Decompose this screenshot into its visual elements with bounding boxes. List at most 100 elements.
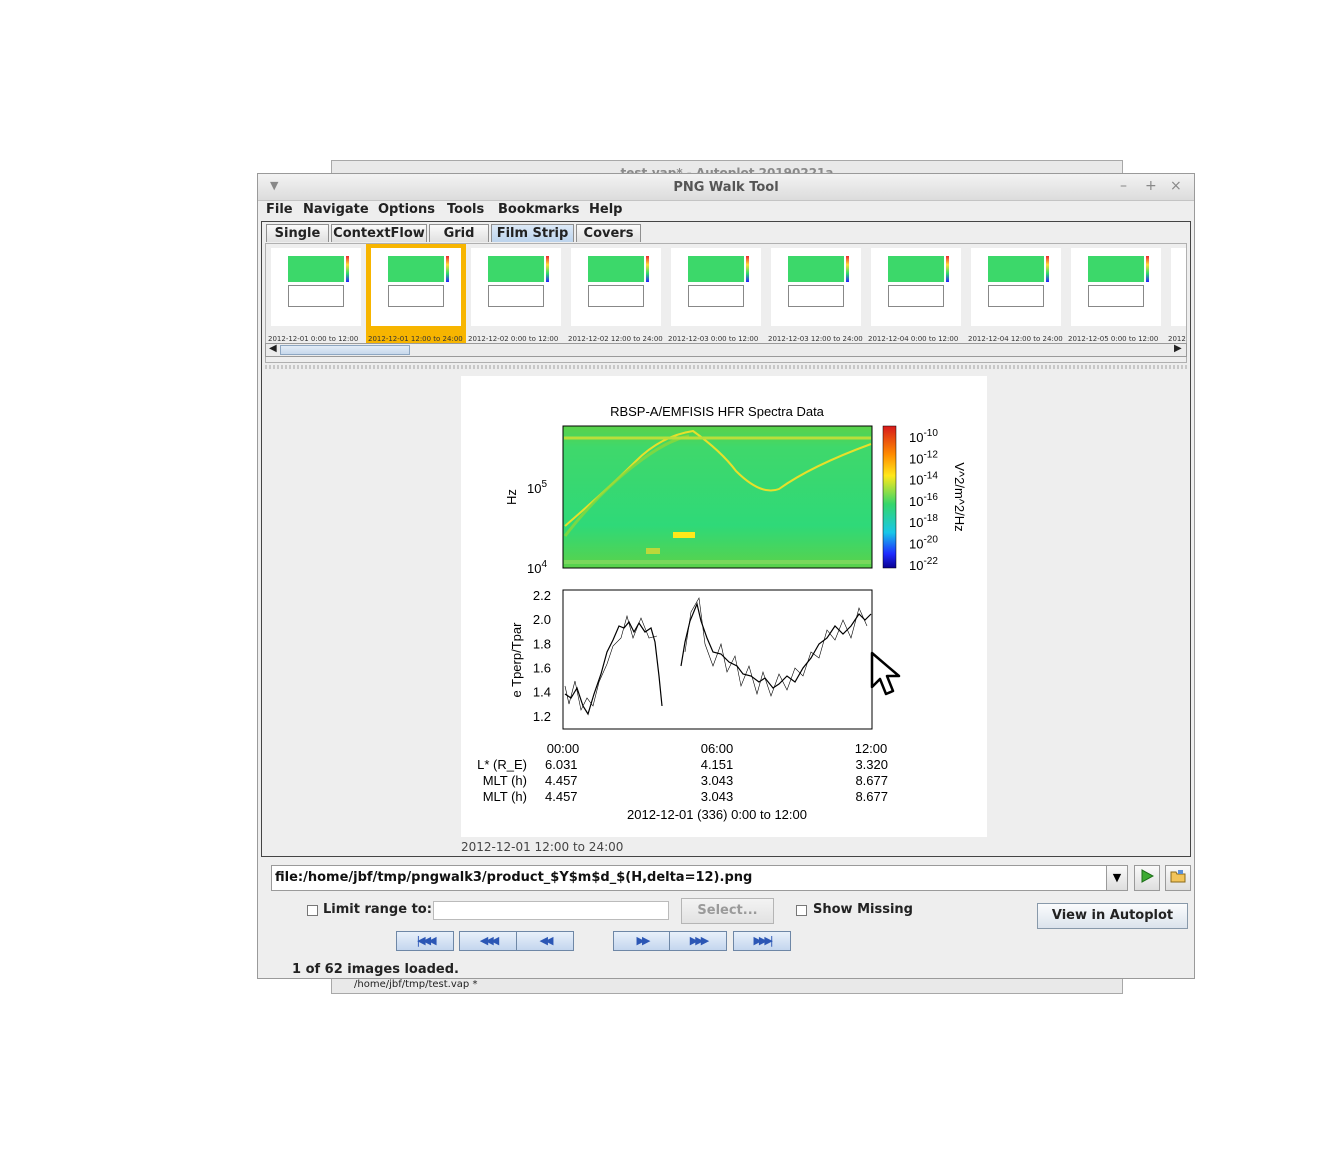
film-strip-thumbnail[interactable]: 2012-12-05 0:00 to 12:00 xyxy=(1066,244,1166,344)
scroll-right-icon[interactable]: ▶ xyxy=(1174,343,1182,354)
main-image[interactable]: RBSP-A/EMFISIS HFR Spectra Data Hz 105 1… xyxy=(461,376,987,837)
film-strip-thumbnail[interactable]: 2012-12-04 0:00 to 12:00 xyxy=(866,244,966,344)
film-strip-thumbnail[interactable]: 2012-12-01 12:00 to 24:00 xyxy=(366,244,466,344)
xtick-2: 12:00 xyxy=(855,741,888,756)
select-range-button[interactable]: Select... xyxy=(681,898,774,924)
menu-file[interactable]: File xyxy=(266,202,293,217)
mouse-cursor-icon xyxy=(870,651,901,696)
page-forward-button[interactable]: ▶▶▶ xyxy=(669,931,727,951)
thumbnail-lineplot xyxy=(588,285,644,307)
thumbnail-label: 2012-12-03 0:00 to 12:00 xyxy=(668,335,759,343)
ephemeris-value: 8.677 xyxy=(855,773,888,788)
plot-title: RBSP-A/EMFISIS HFR Spectra Data xyxy=(610,404,825,419)
title-bar[interactable]: ▼ PNG Walk Tool – + × xyxy=(258,174,1194,201)
menu-tools[interactable]: Tools xyxy=(447,202,484,217)
first-image-button[interactable]: |◀◀◀ xyxy=(396,931,454,951)
menu-navigate[interactable]: Navigate xyxy=(303,202,369,217)
thumbnail-image xyxy=(371,248,461,326)
colorbar-tick-label: 10-12 xyxy=(909,449,938,466)
xtick-1: 06:00 xyxy=(701,741,734,756)
tab-covers[interactable]: Covers xyxy=(576,224,641,242)
chevron-down-icon: ▼ xyxy=(1112,871,1122,884)
thumbnail-spectrogram xyxy=(388,256,444,282)
url-template-field[interactable]: file:/home/jbf/tmp/pngwalk3/product_$Y$m… xyxy=(271,865,1108,891)
pngwalk-window: ▼ PNG Walk Tool – + × File Navigate Opti… xyxy=(257,173,1195,979)
thumbnail-lineplot xyxy=(688,285,744,307)
status-message: 1 of 62 images loaded. xyxy=(292,962,459,977)
thumbnail-colorbar xyxy=(546,256,549,282)
menu-help[interactable]: Help xyxy=(589,202,622,217)
colorbar-tick-label: 10-22 xyxy=(909,556,938,573)
thumbnail-image xyxy=(1071,248,1161,326)
browse-folder-button[interactable] xyxy=(1165,865,1191,891)
lineplot-ytick-label: 1.4 xyxy=(533,685,551,700)
thumbnail-lineplot xyxy=(888,285,944,307)
limit-range-checkbox[interactable] xyxy=(307,905,318,916)
colorbar-ticks: 10-10 10-12 10-14 10-16 10-18 10-20 10-22 xyxy=(909,428,938,573)
lineplot-panel xyxy=(562,589,873,730)
show-missing-checkbox[interactable] xyxy=(796,905,807,916)
film-strip-thumbnail[interactable]: 2012 xyxy=(1166,244,1186,344)
film-strip-thumbnail[interactable]: 2012-12-01 0:00 to 12:00 xyxy=(266,244,366,344)
thumbnail-colorbar xyxy=(1046,256,1049,282)
plot-xlabel: 2012-12-01 (336) 0:00 to 12:00 xyxy=(627,807,807,822)
page-back-button[interactable]: ◀◀◀ xyxy=(459,931,517,951)
ephemeris-table: L* (R_E) 6.031 4.151 3.320 MLT (h) 4.457 3.043… xyxy=(477,757,888,804)
ephemeris-row-label: MLT (h) xyxy=(483,773,527,788)
split-pane-divider[interactable] xyxy=(265,365,1187,369)
thumbnail-spectrogram xyxy=(588,256,644,282)
thumbnail-colorbar xyxy=(346,256,349,282)
previous-image-button[interactable]: ◀◀ xyxy=(516,931,574,951)
thumbnail-label: 2012-12-02 0:00 to 12:00 xyxy=(468,335,559,343)
limit-range-label: Limit range to: xyxy=(323,902,432,917)
view-tab-panel: Single ContextFlow Grid Film Strip Cover… xyxy=(261,221,1191,857)
menu-bookmarks[interactable]: Bookmarks xyxy=(498,202,580,217)
thumbnail-lineplot xyxy=(1088,285,1144,307)
ephemeris-value: 8.677 xyxy=(855,789,888,804)
last-image-button[interactable]: ▶▶▶| xyxy=(733,931,791,951)
thumbnail-image xyxy=(1171,248,1186,326)
url-history-dropdown[interactable]: ▼ xyxy=(1106,865,1128,891)
colorbar xyxy=(882,425,897,569)
ephemeris-row-label: L* (R_E) xyxy=(477,757,527,772)
film-strip-thumbnail[interactable]: 2012-12-02 0:00 to 12:00 xyxy=(466,244,566,344)
image-caption: 2012-12-01 12:00 to 24:00 xyxy=(461,840,624,854)
lineplot-ytick-label: 2.0 xyxy=(533,612,551,627)
tab-film-strip[interactable]: Film Strip xyxy=(491,224,574,242)
limit-range-input[interactable] xyxy=(433,901,669,920)
window-title: PNG Walk Tool xyxy=(673,180,779,195)
menu-bar: File Navigate Options Tools Bookmarks He… xyxy=(258,201,1194,221)
menu-options[interactable]: Options xyxy=(378,202,435,217)
xtick-0: 00:00 xyxy=(547,741,580,756)
close-button[interactable]: × xyxy=(1170,178,1182,194)
thumbnail-lineplot xyxy=(788,285,844,307)
minimize-button[interactable]: – xyxy=(1120,178,1127,194)
thumbnail-image xyxy=(871,248,961,326)
thumbnail-spectrogram xyxy=(988,256,1044,282)
lineplot-ytick-label: 1.6 xyxy=(533,661,551,676)
thumbnail-label: 2012-12-04 0:00 to 12:00 xyxy=(868,335,959,343)
tab-single[interactable]: Single xyxy=(266,224,329,242)
lineplot-ytick-label: 1.8 xyxy=(533,636,551,651)
thumbnail-lineplot xyxy=(988,285,1044,307)
film-strip-thumbnail[interactable]: 2012-12-02 12:00 to 24:00 xyxy=(566,244,666,344)
film-strip-scrollbar[interactable]: ◀ ▶ xyxy=(265,343,1187,357)
next-image-button[interactable]: ▶▶ xyxy=(613,931,671,951)
film-strip-thumbnail[interactable]: 2012-12-03 12:00 to 24:00 xyxy=(766,244,866,344)
thumbnail-spectrogram xyxy=(288,256,344,282)
film-strip-thumbnail[interactable]: 2012-12-03 0:00 to 12:00 xyxy=(666,244,766,344)
ephemeris-row-label: MLT (h) xyxy=(483,789,527,804)
tab-grid[interactable]: Grid xyxy=(429,224,489,242)
scroll-left-icon[interactable]: ◀ xyxy=(269,343,277,354)
maximize-button[interactable]: + xyxy=(1145,178,1157,194)
colorbar-tick-label: 10-18 xyxy=(909,513,938,530)
thumbnail-lineplot xyxy=(488,285,544,307)
thumbnail-label: 2012-12-01 12:00 to 24:00 xyxy=(368,335,463,343)
ephemeris-value: 4.457 xyxy=(545,789,578,804)
film-strip-thumbnail[interactable]: 2012-12-04 12:00 to 24:00 xyxy=(966,244,1066,344)
tab-contextflow[interactable]: ContextFlow xyxy=(331,224,427,242)
go-button[interactable] xyxy=(1134,865,1160,891)
scrollbar-thumb[interactable] xyxy=(280,345,410,355)
thumbnail-colorbar xyxy=(746,256,749,282)
view-in-autoplot-button[interactable]: View in Autoplot xyxy=(1037,903,1188,929)
